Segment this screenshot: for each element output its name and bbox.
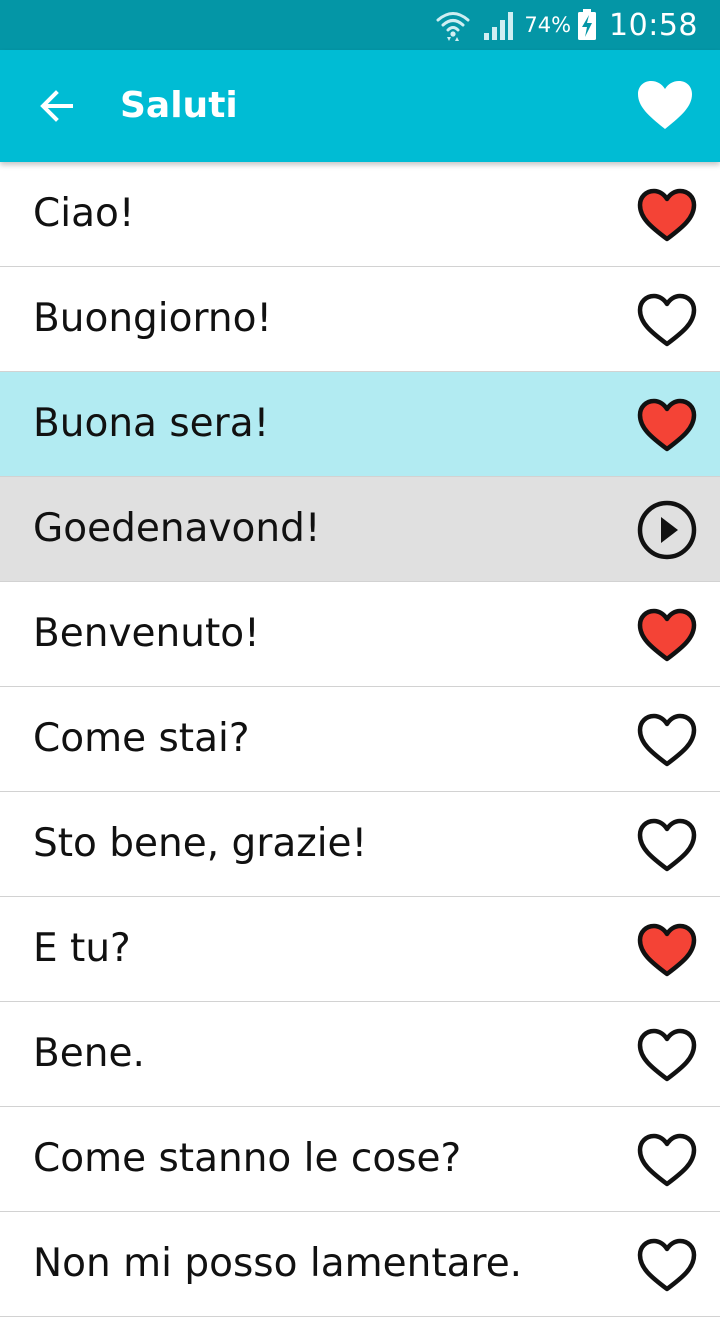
phrase-row[interactable]: Sto bene, grazie! bbox=[0, 792, 720, 897]
favorite-toggle-button[interactable] bbox=[636, 289, 698, 351]
signal-icon bbox=[482, 9, 516, 41]
status-clock: 10:58 bbox=[609, 7, 698, 43]
phrase-row[interactable]: Non mi posso lamentare. bbox=[0, 1212, 720, 1317]
heart-icon bbox=[637, 608, 697, 662]
play-audio-button[interactable] bbox=[636, 499, 698, 561]
phrase-text: Goedenavond! bbox=[33, 506, 321, 551]
phrase-text: Non mi posso lamentare. bbox=[33, 1241, 523, 1286]
phrase-list: Ciao! Buongiorno! Buona sera! Goedenavond! B… bbox=[0, 162, 720, 1317]
heart-icon bbox=[637, 1133, 697, 1187]
favorites-button[interactable] bbox=[634, 76, 696, 138]
page-title: Saluti bbox=[120, 85, 238, 126]
phrase-text: Come stanno le cose? bbox=[33, 1136, 462, 1181]
heart-filled-icon bbox=[636, 79, 694, 135]
phrase-text: Buongiorno! bbox=[33, 296, 273, 341]
phrase-text: Sto bene, grazie! bbox=[33, 821, 368, 866]
back-button[interactable] bbox=[28, 80, 84, 136]
phrase-row[interactable]: Buona sera! bbox=[0, 372, 720, 477]
arrow-back-icon bbox=[38, 89, 74, 127]
phrase-text: Bene. bbox=[33, 1031, 145, 1076]
heart-icon bbox=[637, 188, 697, 242]
phrase-text: Buona sera! bbox=[33, 401, 270, 446]
favorite-toggle-button[interactable] bbox=[636, 1129, 698, 1191]
phrase-text: Ciao! bbox=[33, 191, 135, 236]
phrase-row[interactable]: E tu? bbox=[0, 897, 720, 1002]
status-icons: 74% 10:58 bbox=[436, 0, 698, 50]
heart-icon bbox=[637, 1238, 697, 1292]
phrase-row[interactable]: Benvenuto! bbox=[0, 582, 720, 687]
status-bar: 74% 10:58 bbox=[0, 0, 720, 50]
battery-percent: 74% bbox=[524, 13, 572, 37]
app-bar: Saluti bbox=[0, 50, 720, 162]
favorite-toggle-button[interactable] bbox=[636, 1234, 698, 1296]
heart-icon bbox=[637, 923, 697, 977]
phrase-row[interactable]: Bene. bbox=[0, 1002, 720, 1107]
favorite-toggle-button[interactable] bbox=[636, 814, 698, 876]
phrase-row[interactable]: Goedenavond! bbox=[0, 477, 720, 582]
favorite-toggle-button[interactable] bbox=[636, 709, 698, 771]
favorite-toggle-button[interactable] bbox=[636, 394, 698, 456]
phrase-text: Come stai? bbox=[33, 716, 250, 761]
heart-icon bbox=[637, 1028, 697, 1082]
favorite-toggle-button[interactable] bbox=[636, 919, 698, 981]
favorite-toggle-button[interactable] bbox=[636, 184, 698, 246]
phrase-row[interactable]: Come stai? bbox=[0, 687, 720, 792]
heart-icon bbox=[637, 713, 697, 767]
phrase-row[interactable]: Buongiorno! bbox=[0, 267, 720, 372]
phrase-row[interactable]: Ciao! bbox=[0, 162, 720, 267]
favorite-toggle-button[interactable] bbox=[636, 604, 698, 666]
heart-icon bbox=[637, 293, 697, 347]
heart-icon bbox=[637, 818, 697, 872]
heart-icon bbox=[637, 398, 697, 452]
battery-charging-icon bbox=[577, 9, 597, 41]
favorite-toggle-button[interactable] bbox=[636, 1024, 698, 1086]
play-icon bbox=[637, 500, 697, 560]
wifi-icon bbox=[436, 9, 470, 41]
phrase-text: E tu? bbox=[33, 926, 131, 971]
phrase-row[interactable]: Come stanno le cose? bbox=[0, 1107, 720, 1212]
phrase-text: Benvenuto! bbox=[33, 611, 260, 656]
